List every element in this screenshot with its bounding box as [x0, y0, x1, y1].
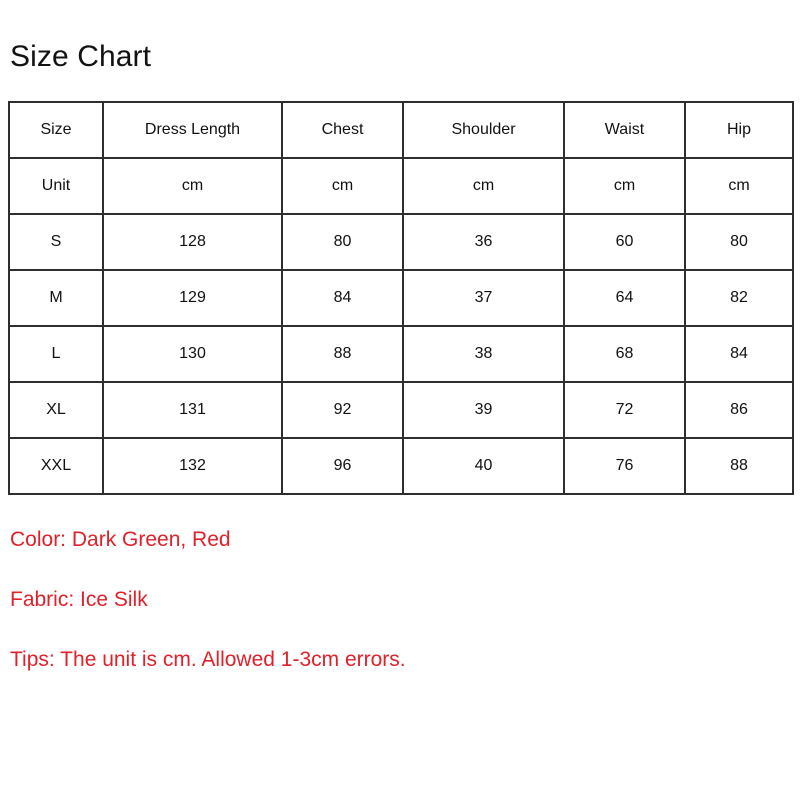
cell-dress-length: 129	[102, 269, 283, 327]
cell-dress-length: 128	[102, 213, 283, 271]
table-row: XL 131 92 39 72 86	[8, 381, 794, 439]
table-header-row: Size Dress Length Chest Shoulder Waist H…	[8, 101, 794, 159]
table-row: S 128 80 36 60 80	[8, 213, 794, 271]
size-table-container: Size Dress Length Chest Shoulder Waist H…	[8, 101, 794, 495]
cell-waist: 60	[563, 213, 686, 271]
cell-dress-length: 130	[102, 325, 283, 383]
note-tips: Tips: The unit is cm. Allowed 1-3cm erro…	[10, 648, 406, 671]
note-fabric: Fabric: Ice Silk	[10, 588, 148, 611]
cell-shoulder: 39	[402, 381, 565, 439]
unit-chest: cm	[281, 157, 404, 215]
cell-size: L	[8, 325, 104, 383]
cell-hip: 86	[684, 381, 794, 439]
cell-dress-length: 131	[102, 381, 283, 439]
size-chart-page: Size Chart Size Dress Length Chest Shoul…	[0, 0, 800, 800]
cell-chest: 88	[281, 325, 404, 383]
column-header-chest: Chest	[281, 101, 404, 159]
cell-dress-length: 132	[102, 437, 283, 495]
cell-shoulder: 36	[402, 213, 565, 271]
size-table: Size Dress Length Chest Shoulder Waist H…	[8, 101, 794, 495]
table-row: XXL 132 96 40 76 88	[8, 437, 794, 495]
cell-waist: 68	[563, 325, 686, 383]
table-unit-row: Unit cm cm cm cm cm	[8, 157, 794, 215]
column-header-size: Size	[8, 101, 104, 159]
cell-size: S	[8, 213, 104, 271]
column-header-dress-length: Dress Length	[102, 101, 283, 159]
note-color: Color: Dark Green, Red	[10, 528, 231, 551]
notes-section: Color: Dark Green, Red Fabric: Ice Silk …	[10, 528, 790, 672]
cell-size: XXL	[8, 437, 104, 495]
cell-size: M	[8, 269, 104, 327]
column-header-hip: Hip	[684, 101, 794, 159]
cell-waist: 76	[563, 437, 686, 495]
size-table-body: Size Dress Length Chest Shoulder Waist H…	[8, 101, 794, 495]
cell-hip: 84	[684, 325, 794, 383]
cell-hip: 88	[684, 437, 794, 495]
column-header-shoulder: Shoulder	[402, 101, 565, 159]
cell-chest: 84	[281, 269, 404, 327]
cell-hip: 80	[684, 213, 794, 271]
table-row: M 129 84 37 64 82	[8, 269, 794, 327]
cell-chest: 92	[281, 381, 404, 439]
cell-chest: 96	[281, 437, 404, 495]
unit-label: Unit	[8, 157, 104, 215]
table-row: L 130 88 38 68 84	[8, 325, 794, 383]
page-title: Size Chart	[10, 40, 152, 73]
cell-chest: 80	[281, 213, 404, 271]
unit-hip: cm	[684, 157, 794, 215]
unit-shoulder: cm	[402, 157, 565, 215]
cell-waist: 72	[563, 381, 686, 439]
cell-shoulder: 40	[402, 437, 565, 495]
column-header-waist: Waist	[563, 101, 686, 159]
unit-dress-length: cm	[102, 157, 283, 215]
cell-size: XL	[8, 381, 104, 439]
cell-hip: 82	[684, 269, 794, 327]
cell-shoulder: 37	[402, 269, 565, 327]
unit-waist: cm	[563, 157, 686, 215]
cell-shoulder: 38	[402, 325, 565, 383]
cell-waist: 64	[563, 269, 686, 327]
